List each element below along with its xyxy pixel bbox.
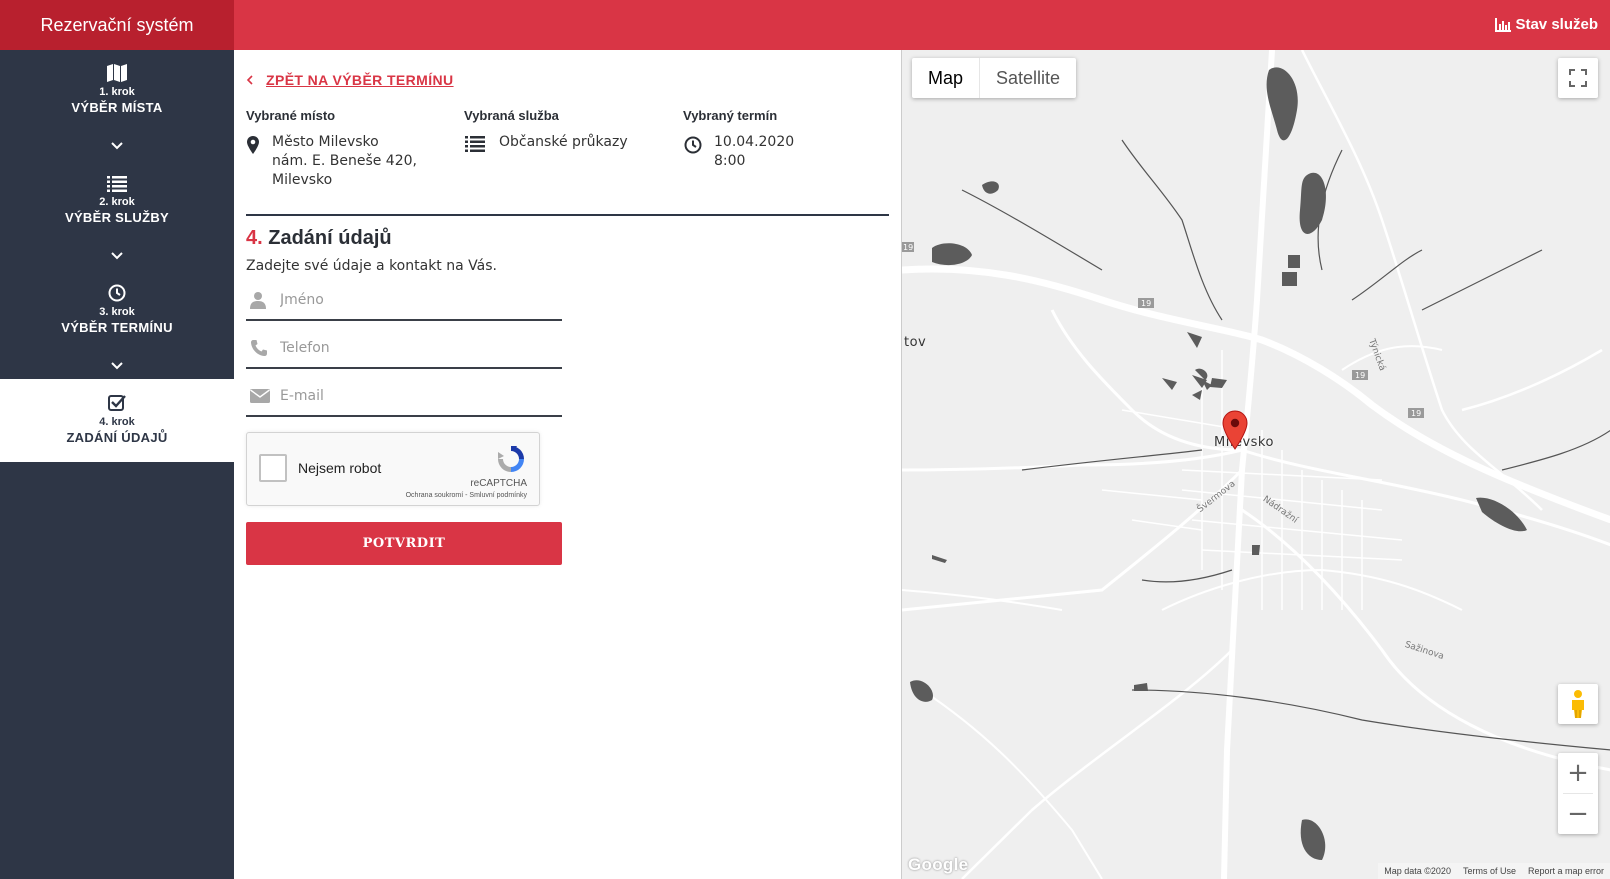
service-status-link[interactable]: Stav služeb [1495, 0, 1598, 50]
svg-text:19: 19 [1411, 409, 1421, 418]
selected-term: Vybraný termín 10.04.2020 8:00 [683, 108, 893, 171]
map-place-label-partial: tov [904, 335, 927, 350]
recaptcha-brand: reCAPTCHA [470, 478, 527, 489]
section-divider [246, 214, 889, 216]
email-field[interactable] [246, 377, 562, 417]
steps-sidebar: 1. krok VÝBĚR MÍSTA 2. krok VÝBĚR SLUŽBY… [0, 50, 234, 879]
place-name: Město Milevsko [272, 134, 379, 150]
selected-place-heading: Vybrané místo [246, 108, 336, 123]
step-number: 1. krok [99, 86, 135, 98]
zoom-out-button[interactable]: − [1558, 794, 1598, 834]
service-status-label: Stav služeb [1515, 16, 1598, 33]
place-address: nám. E. Beneše 420, [272, 153, 417, 169]
chevron-down-icon [111, 362, 123, 370]
svg-text:19: 19 [1355, 371, 1365, 380]
user-icon [250, 292, 266, 309]
name-field[interactable] [246, 281, 562, 321]
term-time: 8:00 [714, 153, 746, 169]
step-number: 4. krok [99, 416, 135, 428]
map-icon [107, 64, 127, 82]
step-title: VÝBĚR MÍSTA [71, 100, 163, 115]
terms-of-use-link[interactable]: Terms of Use [1463, 863, 1516, 879]
step-title: VÝBĚR TERMÍNU [61, 320, 173, 335]
selected-service: Vybraná služba Občanské průkazy [464, 108, 674, 159]
recaptcha-widget: Nejsem robot reCAPTCHA Ochrana soukromí … [246, 432, 540, 506]
section-number: 4. [246, 227, 263, 249]
chevron-left-icon [246, 75, 253, 85]
selected-term-heading: Vybraný termín [683, 108, 778, 123]
recaptcha-logo-icon [498, 446, 524, 472]
phone-icon [251, 340, 267, 356]
fullscreen-button[interactable] [1558, 58, 1598, 98]
sidebar-step-1[interactable]: 1. krok VÝBĚR MÍSTA [0, 62, 234, 124]
map-view[interactable]: 19 19 19 19 Švermova Nádražní Sažinova T… [901, 50, 1610, 879]
map-type-map-button[interactable]: Map [912, 58, 981, 98]
email-input[interactable] [280, 388, 550, 404]
phone-field[interactable] [246, 329, 562, 369]
recaptcha-label: Nejsem robot [298, 460, 382, 476]
zoom-in-button[interactable]: + [1558, 753, 1598, 793]
fullscreen-icon [1569, 69, 1587, 87]
svg-text:19: 19 [1141, 299, 1151, 308]
google-logo[interactable]: Google [908, 855, 968, 875]
section-title: 4. Zadání údajů [246, 227, 392, 250]
sidebar-step-3[interactable]: 3. krok VÝBĚR TERMÍNU [0, 282, 234, 344]
confirm-button[interactable]: POTVRDIT [246, 522, 562, 565]
top-bar: Rezervační systém Stav služeb [0, 0, 1610, 50]
sidebar-step-2[interactable]: 2. krok VÝBĚR SLUŽBY [0, 172, 234, 234]
service-name: Občanské průkazy [499, 134, 628, 150]
sidebar-step-4[interactable]: 4. krok ZADÁNÍ ÚDAJŮ [0, 379, 234, 462]
svg-text:19: 19 [903, 243, 913, 252]
map-data-label: Map data ©2020 [1384, 866, 1451, 876]
report-map-error-link[interactable]: Report a map error [1528, 863, 1604, 879]
step-number: 2. krok [99, 196, 135, 208]
back-to-term-link[interactable]: ZPĚT NA VÝBĚR TERMÍNU [246, 72, 454, 88]
map-marker-icon [247, 136, 259, 154]
selected-service-heading: Vybraná služba [464, 108, 559, 123]
chevron-down-icon [111, 252, 123, 260]
step-title: ZADÁNÍ ÚDAJŮ [66, 430, 168, 445]
list-icon [465, 136, 485, 152]
map-attribution: Map data ©2020 Terms of Use Report a map… [1378, 863, 1610, 879]
recaptcha-legal-links[interactable]: Ochrana soukromí - Smluvní podmínky [406, 492, 527, 499]
pegman-icon [1572, 690, 1584, 718]
street-view-pegman-button[interactable] [1558, 684, 1598, 724]
phone-input[interactable] [280, 340, 550, 356]
main-content: ZPĚT NA VÝBĚR TERMÍNU Vybrané místo Měst… [234, 50, 901, 879]
step-title: VÝBĚR SLUŽBY [64, 210, 169, 225]
chevron-down-icon [111, 142, 123, 150]
section-subtitle: Zadejte své údaje a kontakt na Vás. [246, 258, 497, 274]
zoom-control: + − [1558, 753, 1598, 834]
recaptcha-checkbox[interactable] [259, 454, 287, 482]
list-icon [107, 176, 127, 192]
map-type-switcher: Map Satellite [912, 58, 1077, 98]
section-title-text: Zadání údajů [268, 227, 392, 249]
clock-icon [108, 284, 126, 302]
term-date: 10.04.2020 [714, 134, 795, 150]
app-title[interactable]: Rezervační systém [0, 0, 234, 50]
selected-place: Vybrané místo Město Milevsko nám. E. Ben… [246, 108, 456, 190]
map-type-satellite-button[interactable]: Satellite [980, 58, 1076, 98]
place-city: Milevsko [272, 172, 333, 188]
checkbox-icon [108, 395, 126, 411]
map-tiles[interactable]: 19 19 19 19 [902, 50, 1610, 879]
clock-icon [684, 136, 702, 154]
name-input[interactable] [280, 292, 550, 308]
map-marker-pin-icon[interactable] [1222, 410, 1248, 450]
back-link-label: ZPĚT NA VÝBĚR TERMÍNU [266, 72, 454, 88]
step-number: 3. krok [99, 306, 135, 318]
envelope-icon [250, 389, 270, 403]
bar-chart-icon [1495, 18, 1512, 32]
